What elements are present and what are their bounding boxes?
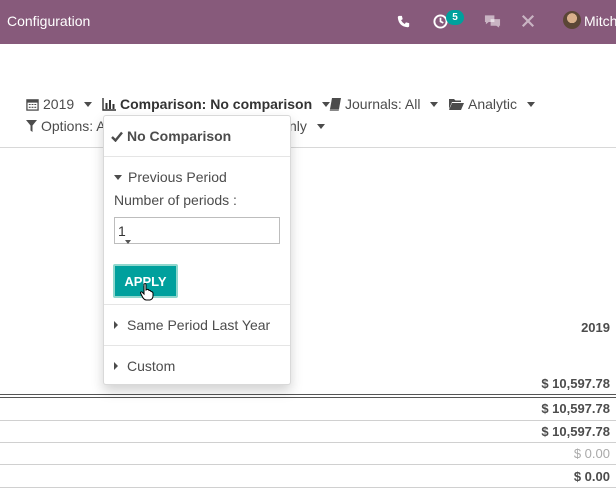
row-divider bbox=[0, 397, 616, 398]
caret-down-icon bbox=[114, 174, 122, 180]
previous-period-option[interactable]: Previous Period bbox=[114, 169, 227, 185]
row-divider bbox=[0, 464, 616, 465]
column-header-year: 2019 bbox=[581, 320, 610, 335]
dropdown-divider bbox=[104, 156, 290, 157]
row-divider bbox=[0, 394, 616, 395]
amount-cell[interactable]: $ 10,597.78 bbox=[541, 424, 610, 439]
previous-period-label: Previous Period bbox=[128, 169, 227, 185]
same-period-last-year-label: Same Period Last Year bbox=[127, 317, 271, 333]
row-divider bbox=[0, 442, 616, 443]
dropdown-divider bbox=[104, 345, 290, 346]
periods-label: Number of periods : bbox=[114, 192, 237, 208]
comparison-dropdown: No Comparison Previous Period Number of … bbox=[103, 115, 291, 385]
custom-label: Custom bbox=[127, 358, 176, 374]
no-comparison-option[interactable]: No Comparison bbox=[111, 128, 231, 144]
hand-pointer-icon bbox=[140, 283, 154, 301]
dropdown-divider bbox=[104, 304, 290, 305]
caret-right-icon bbox=[114, 362, 118, 370]
no-comparison-label: No Comparison bbox=[127, 128, 232, 144]
periods-input[interactable] bbox=[114, 217, 280, 244]
amount-cell[interactable]: $ 10,597.78 bbox=[541, 376, 610, 391]
spinner-down-icon[interactable] bbox=[125, 240, 131, 244]
custom-option[interactable]: Custom bbox=[114, 358, 175, 374]
periods-label-text: Number of periods : bbox=[114, 192, 237, 208]
same-period-last-year-option[interactable]: Same Period Last Year bbox=[114, 317, 270, 333]
amount-cell[interactable]: $ 0.00 bbox=[574, 446, 610, 461]
check-icon bbox=[111, 131, 123, 142]
amount-cell[interactable]: $ 10,597.78 bbox=[541, 401, 610, 416]
row-divider bbox=[0, 487, 616, 488]
amount-cell[interactable]: $ 0.00 bbox=[574, 469, 610, 484]
caret-right-icon bbox=[114, 321, 118, 329]
report-table: 2019 $ 10,597.78 $ 10,597.78 $ 10,597.78… bbox=[0, 0, 616, 492]
row-divider bbox=[0, 420, 616, 421]
